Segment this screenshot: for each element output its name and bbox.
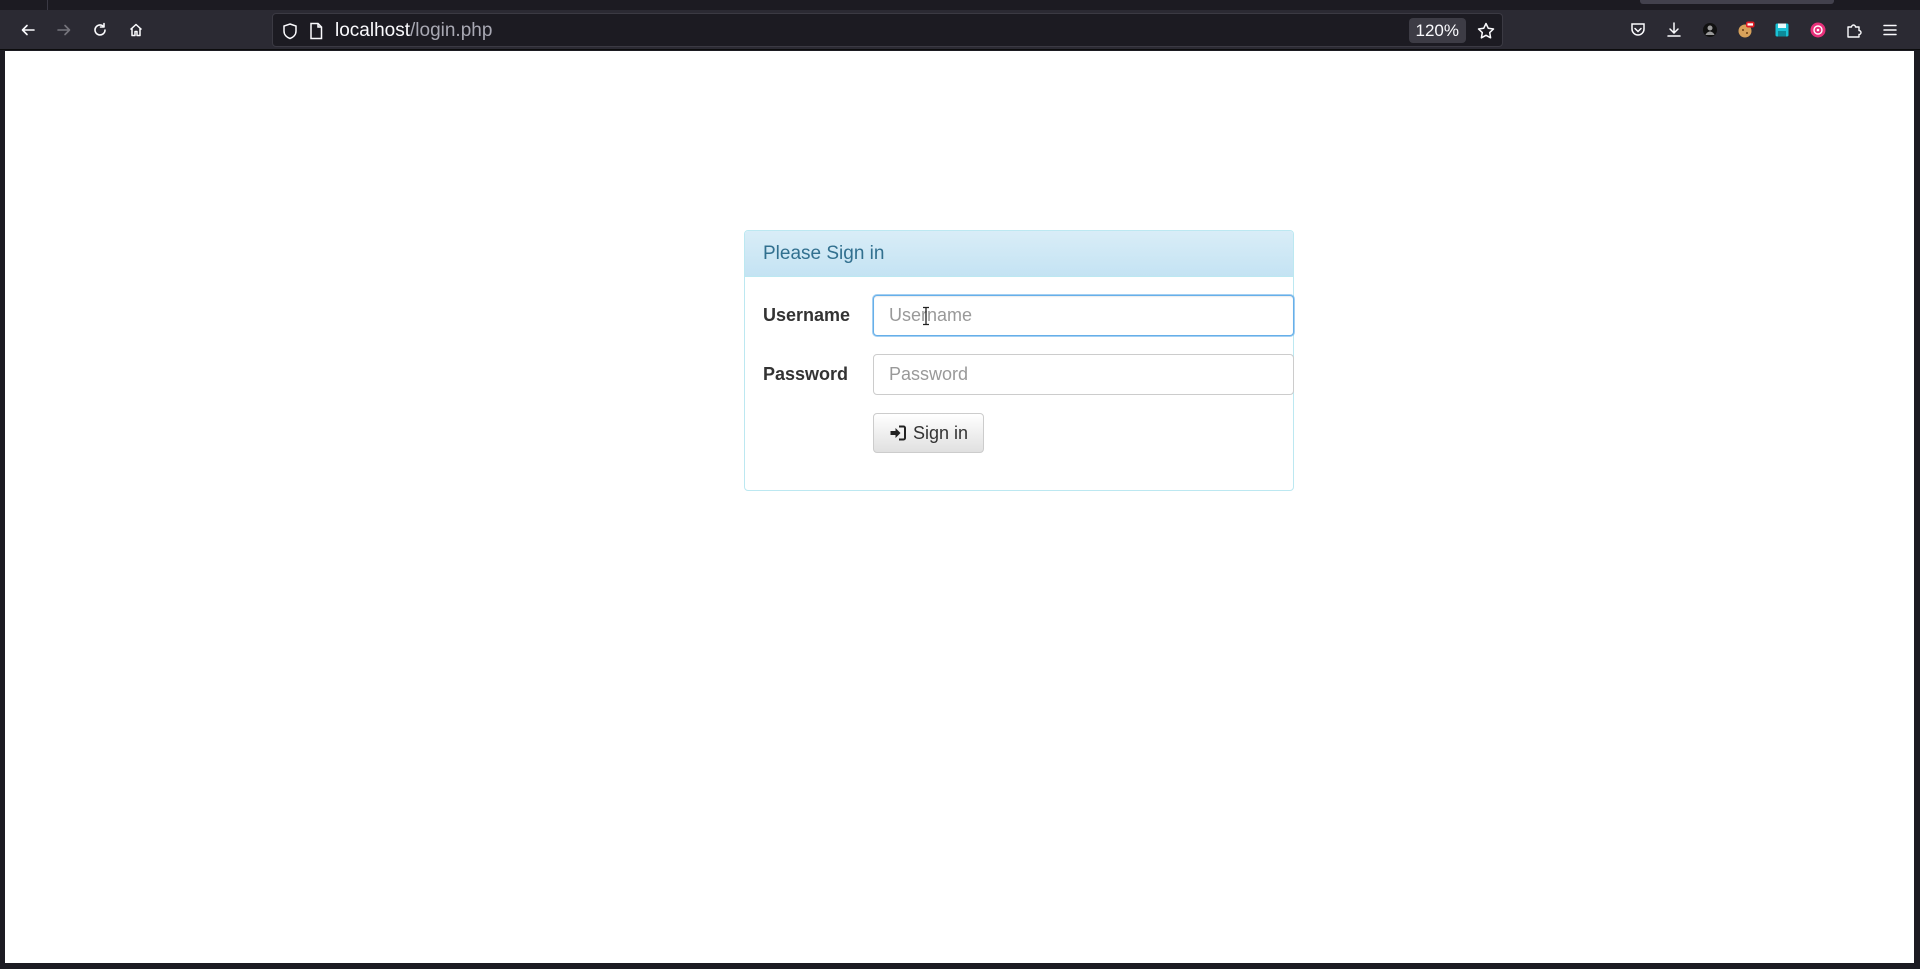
panel-title: Please Sign in xyxy=(763,242,885,264)
extension-cookie-button[interactable] xyxy=(1734,18,1758,42)
home-button[interactable] xyxy=(120,14,152,46)
forward-button[interactable] xyxy=(48,14,80,46)
username-input[interactable] xyxy=(873,295,1294,336)
password-input[interactable] xyxy=(873,354,1294,395)
text-cursor-icon xyxy=(923,306,929,326)
sign-in-label: Sign in xyxy=(913,422,969,443)
page-icon[interactable] xyxy=(308,22,324,40)
menu-button[interactable] xyxy=(1878,18,1902,42)
tab-indicator[interactable] xyxy=(1640,0,1834,4)
downloads-button[interactable] xyxy=(1662,18,1686,42)
username-label: Username xyxy=(763,305,851,325)
password-label: Password xyxy=(763,364,849,384)
login-panel: Please Sign in Username Password Sign in xyxy=(744,230,1294,491)
menu-icon xyxy=(1883,24,1897,36)
download-icon xyxy=(1667,22,1681,37)
extension-save-icon xyxy=(1775,23,1789,37)
back-icon xyxy=(21,24,35,36)
extension-avatar-button[interactable] xyxy=(1698,18,1722,42)
reload-button[interactable] xyxy=(84,14,116,46)
password-row: Password xyxy=(763,354,1294,395)
url-bar[interactable]: localhost/login.php 120% xyxy=(272,13,1503,47)
window-edge-right xyxy=(1914,51,1920,963)
pocket-icon xyxy=(1631,23,1645,36)
panel-heading: Please Sign in xyxy=(745,231,1293,277)
forward-icon xyxy=(57,24,71,36)
extension-save-button[interactable] xyxy=(1770,18,1794,42)
sign-in-icon xyxy=(890,425,906,441)
home-icon xyxy=(129,23,143,37)
back-button[interactable] xyxy=(12,14,44,46)
reload-icon xyxy=(94,22,106,36)
extension-red-icon xyxy=(1810,22,1826,38)
shield-icon[interactable] xyxy=(281,22,299,40)
url-text[interactable]: localhost/login.php xyxy=(335,20,492,42)
page-viewport: Please Sign in Username Password Sign in xyxy=(5,51,1914,963)
zoom-indicator[interactable]: 120% xyxy=(1408,18,1466,43)
tab-strip xyxy=(0,0,1920,10)
bookmark-star-icon[interactable] xyxy=(1476,21,1496,41)
extensions-puzzle-icon xyxy=(1847,24,1862,38)
username-row: Username xyxy=(763,295,1294,336)
extension-cookie-icon xyxy=(1738,21,1755,38)
window-edge-bottom xyxy=(0,963,1920,969)
extension-avatar-icon xyxy=(1703,23,1717,37)
url-path: /login.php xyxy=(410,20,493,41)
extensions-button[interactable] xyxy=(1842,18,1866,42)
tab-divider xyxy=(47,0,48,10)
browser-toolbar: localhost/login.php 120% xyxy=(0,10,1920,50)
extension-red-button[interactable] xyxy=(1806,18,1830,42)
sign-in-button[interactable]: Sign in xyxy=(873,413,985,453)
url-host: localhost xyxy=(335,20,410,41)
pocket-button[interactable] xyxy=(1626,18,1650,42)
signin-row: Sign in xyxy=(763,413,1283,453)
